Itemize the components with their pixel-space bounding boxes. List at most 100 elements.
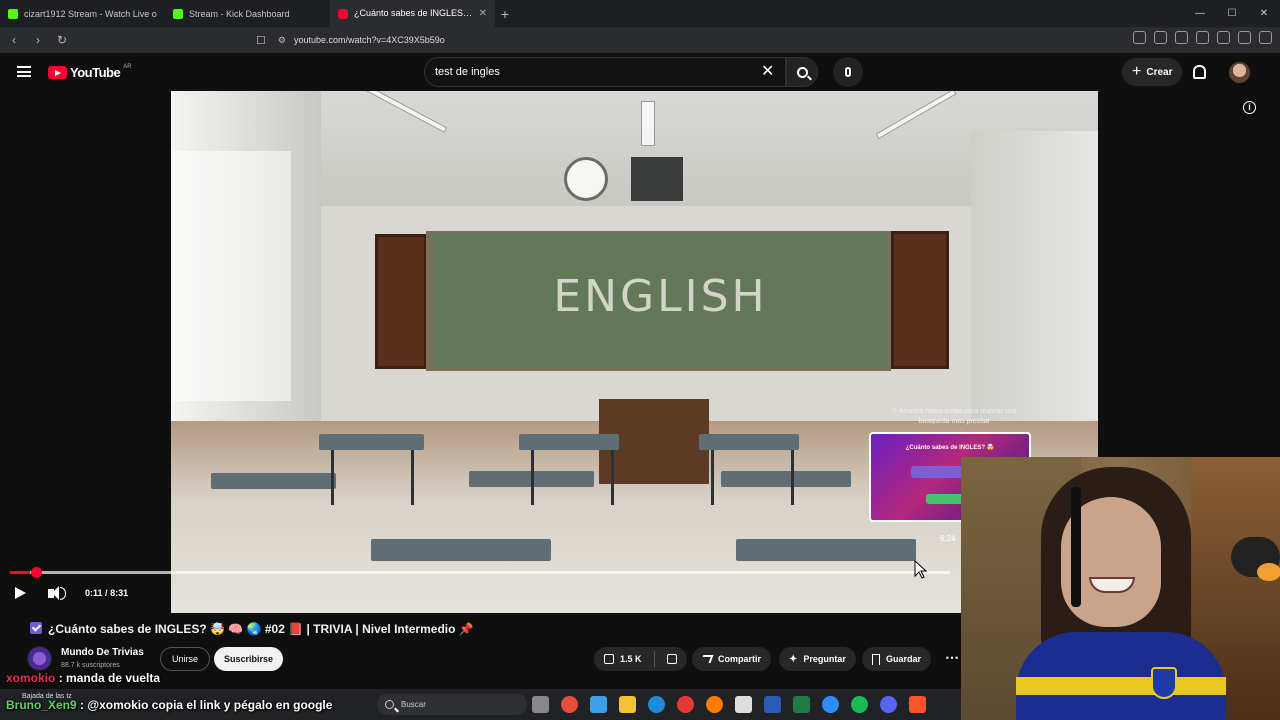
drag-hint: ⇧ Arrastra hacia arriba para realizar un…	[891, 408, 1017, 425]
ask-label: Preguntar	[803, 654, 846, 664]
guide-menu-icon[interactable]	[17, 66, 31, 77]
maximize-icon[interactable]: ☐	[1216, 0, 1248, 27]
minimize-icon[interactable]: —	[1184, 0, 1216, 27]
close-tab-icon[interactable]: ✕	[479, 8, 487, 19]
video-player[interactable]: ENGLISH	[171, 91, 1098, 613]
vpn-icon[interactable]	[1238, 31, 1251, 44]
taskbar-search-placeholder: Buscar	[401, 700, 426, 709]
browser-tab-kick-dashboard[interactable]: Stream - Kick Dashboard	[165, 0, 330, 27]
youtube-wordmark: YouTube	[70, 65, 121, 80]
info-icon[interactable]: i	[1243, 101, 1256, 114]
close-window-icon[interactable]: ✕	[1248, 0, 1280, 27]
menu-icon[interactable]	[1259, 31, 1272, 44]
current-time: 0:11	[85, 588, 103, 598]
channel-avatar[interactable]	[27, 646, 52, 671]
chat-message: xomokio : manda de vuelta	[6, 671, 160, 685]
progress-bar[interactable]	[10, 571, 950, 574]
browser-extensions	[1133, 31, 1272, 44]
notifications-bell-icon[interactable]	[1193, 65, 1206, 79]
bookshelf-right	[891, 231, 949, 369]
sidebar-icon[interactable]	[1133, 31, 1146, 44]
youtube-logo[interactable]: YouTube AR	[48, 63, 132, 80]
zoom-icon[interactable]	[822, 696, 839, 713]
word-icon[interactable]	[764, 696, 781, 713]
voice-search-button[interactable]	[833, 57, 863, 87]
chat-message: Bruno_Xen9 : @xomokio copia el link y pé…	[6, 698, 332, 712]
wall-clock	[564, 157, 608, 201]
extensions-icon[interactable]	[1175, 31, 1188, 44]
forward-icon[interactable]: ›	[28, 33, 48, 47]
youtube-play-icon	[48, 66, 67, 79]
new-tab-button[interactable]: +	[495, 6, 515, 22]
leo-ai-icon[interactable]	[1217, 31, 1230, 44]
save-button[interactable]: Guardar	[862, 647, 932, 671]
channel-name[interactable]: Mundo De Trivias	[61, 647, 144, 658]
back-icon[interactable]: ‹	[4, 33, 24, 47]
excel-icon[interactable]	[793, 696, 810, 713]
taskbar-search[interactable]: Buscar	[377, 694, 527, 715]
like-icon[interactable]	[604, 654, 614, 664]
file-explorer-icon[interactable]	[619, 696, 636, 713]
save-playlist-icon	[872, 653, 880, 665]
window-controls: — ☐ ✕	[1184, 0, 1280, 27]
scrubber-handle[interactable]	[31, 567, 42, 578]
desk-leg	[611, 450, 614, 505]
volume-icon[interactable]	[48, 586, 66, 600]
site-info-icon[interactable]: ⚙	[278, 35, 286, 46]
kick-icon	[173, 8, 183, 19]
share-label: Compartir	[718, 654, 762, 664]
desk-leg	[331, 450, 334, 505]
country-code: AR	[123, 63, 132, 70]
join-button[interactable]: Unirse	[160, 647, 211, 671]
chat-username: Bruno_Xen9	[6, 698, 77, 712]
video-frame-window	[171, 151, 291, 401]
preview-block	[926, 494, 966, 504]
bookmark-icon[interactable]: ☐	[256, 34, 266, 47]
student-desk	[371, 539, 551, 561]
like-count[interactable]: 1.5 K	[620, 654, 642, 664]
reload-icon[interactable]: ↻	[52, 33, 72, 47]
share-icon	[700, 655, 714, 663]
store-icon[interactable]	[735, 696, 752, 713]
chat-username: xomokio	[6, 671, 56, 685]
student-desk	[736, 539, 916, 561]
webcam-shirt-badge	[1151, 667, 1177, 699]
checkbox-emoji-icon	[30, 622, 42, 634]
wallet-icon[interactable]	[1196, 31, 1209, 44]
clear-search-icon[interactable]: ✕	[761, 61, 774, 81]
search-input[interactable]: test de ingles	[424, 57, 786, 87]
desk-leg	[531, 450, 534, 505]
browser-tab-youtube[interactable]: ¿Cuánto sabes de INGLES? 🤯 ✕	[330, 0, 495, 27]
search-icon	[796, 66, 808, 78]
avatar[interactable]	[1229, 62, 1250, 83]
app-icon[interactable]	[561, 696, 578, 713]
dislike-icon[interactable]	[666, 654, 677, 664]
video-title: ¿Cuánto sabes de INGLES? 🤯 🧠 🌏 #02 📕 | T…	[30, 622, 474, 636]
browser-tab-kick-watch[interactable]: cizart1912 Stream - Watch Live o	[0, 0, 165, 27]
like-dislike-group: 1.5 K	[594, 647, 687, 671]
desk-leg	[411, 450, 414, 505]
student-desk	[319, 434, 424, 450]
duration: 8:31	[110, 588, 129, 598]
address-bar[interactable]: ☐ ⚙ youtube.com/watch?v=4XC39X5b59o	[256, 30, 996, 50]
search-button[interactable]	[786, 57, 818, 87]
brave-icon[interactable]	[909, 696, 926, 713]
subscribe-button[interactable]: Suscribirse	[214, 647, 284, 671]
share-button[interactable]: Compartir	[692, 647, 772, 671]
play-icon[interactable]	[15, 587, 26, 599]
webcam-mic-light	[1257, 563, 1280, 581]
music-icon[interactable]	[1154, 31, 1167, 44]
more-actions-button[interactable]: ⋯	[940, 647, 964, 671]
ask-button[interactable]: ✦ Preguntar	[779, 647, 856, 671]
student-desk	[519, 434, 619, 450]
app-icon[interactable]	[590, 696, 607, 713]
firefox-icon[interactable]	[706, 696, 723, 713]
chrome-icon[interactable]	[677, 696, 694, 713]
video-title-text: ¿Cuánto sabes de INGLES? 🤯 🧠 🌏 #02 📕 | T…	[48, 622, 474, 636]
task-view-icon[interactable]	[532, 696, 549, 713]
create-button[interactable]: + Crear	[1122, 58, 1183, 86]
edge-icon[interactable]	[648, 696, 665, 713]
tab-label: Stream - Kick Dashboard	[189, 8, 290, 19]
spotify-icon[interactable]	[851, 696, 868, 713]
discord-icon[interactable]	[880, 696, 897, 713]
